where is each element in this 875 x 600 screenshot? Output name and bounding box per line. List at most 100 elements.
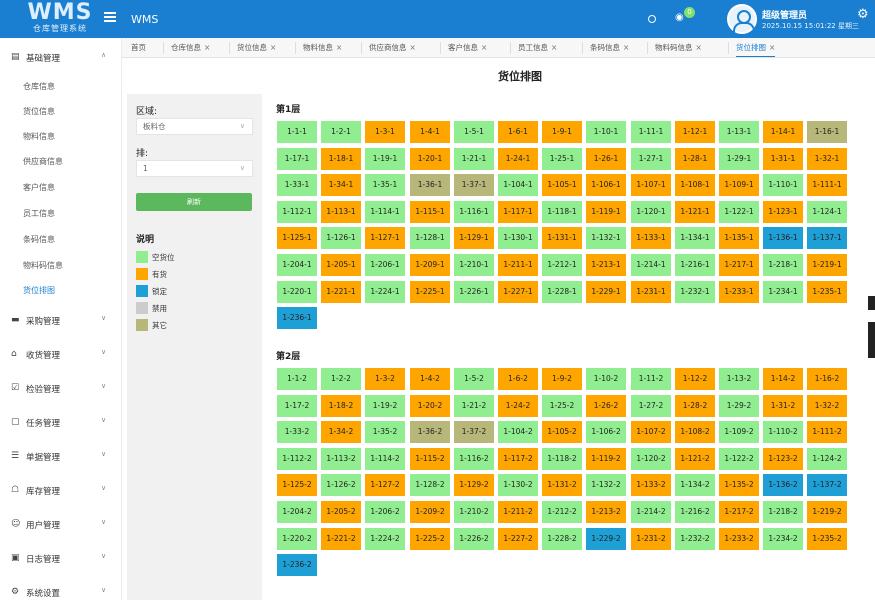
close-icon[interactable]: × bbox=[481, 43, 487, 52]
location-cell[interactable]: 1-229-2 bbox=[586, 528, 626, 550]
location-cell[interactable]: 1-233-1 bbox=[719, 281, 759, 303]
location-cell[interactable]: 1-235-1 bbox=[807, 281, 847, 303]
location-cell[interactable]: 1-19-2 bbox=[365, 395, 405, 417]
location-cell[interactable]: 1-236-2 bbox=[277, 554, 317, 576]
location-cell[interactable]: 1-113-1 bbox=[321, 201, 361, 223]
location-cell[interactable]: 1-129-1 bbox=[454, 227, 494, 249]
location-cell[interactable]: 1-131-1 bbox=[542, 227, 582, 249]
location-cell[interactable]: 1-220-2 bbox=[277, 528, 317, 550]
location-cell[interactable]: 1-14-1 bbox=[763, 121, 803, 143]
location-cell[interactable]: 1-135-2 bbox=[719, 474, 759, 496]
location-cell[interactable]: 1-234-1 bbox=[763, 281, 803, 303]
location-cell[interactable]: 1-232-1 bbox=[675, 281, 715, 303]
location-cell[interactable]: 1-35-2 bbox=[365, 421, 405, 443]
location-cell[interactable]: 1-27-1 bbox=[631, 148, 671, 170]
location-cell[interactable]: 1-29-2 bbox=[719, 395, 759, 417]
location-cell[interactable]: 1-226-2 bbox=[454, 528, 494, 550]
location-cell[interactable]: 1-221-2 bbox=[321, 528, 361, 550]
location-cell[interactable]: 1-228-2 bbox=[542, 528, 582, 550]
location-cell[interactable]: 1-117-2 bbox=[498, 448, 538, 470]
tab[interactable]: 物料码信息 × bbox=[655, 41, 702, 57]
location-cell[interactable]: 1-110-1 bbox=[763, 174, 803, 196]
tab[interactable]: 供应商信息 × bbox=[369, 41, 416, 57]
location-cell[interactable]: 1-119-2 bbox=[586, 448, 626, 470]
location-cell[interactable]: 1-135-1 bbox=[719, 227, 759, 249]
location-cell[interactable]: 1-37-1 bbox=[454, 174, 494, 196]
location-cell[interactable]: 1-227-1 bbox=[498, 281, 538, 303]
location-cell[interactable]: 1-10-1 bbox=[586, 121, 626, 143]
location-cell[interactable]: 1-35-1 bbox=[365, 174, 405, 196]
location-cell[interactable]: 1-224-2 bbox=[365, 528, 405, 550]
close-icon[interactable]: × bbox=[204, 43, 210, 52]
refresh-button[interactable]: 刷新 bbox=[136, 193, 252, 211]
location-cell[interactable]: 1-216-2 bbox=[675, 501, 715, 523]
location-cell[interactable]: 1-31-1 bbox=[763, 148, 803, 170]
fullscreen-icon[interactable] bbox=[648, 15, 656, 23]
location-cell[interactable]: 1-225-2 bbox=[410, 528, 450, 550]
location-cell[interactable]: 1-21-1 bbox=[454, 148, 494, 170]
location-cell[interactable]: 1-231-2 bbox=[631, 528, 671, 550]
location-cell[interactable]: 1-224-1 bbox=[365, 281, 405, 303]
location-cell[interactable]: 1-214-2 bbox=[631, 501, 671, 523]
close-icon[interactable]: × bbox=[769, 43, 775, 52]
location-cell[interactable]: 1-116-1 bbox=[454, 201, 494, 223]
location-cell[interactable]: 1-105-1 bbox=[542, 174, 582, 196]
location-cell[interactable]: 1-2-2 bbox=[321, 368, 361, 390]
location-cell[interactable]: 1-220-1 bbox=[277, 281, 317, 303]
tab[interactable]: 客户信息 × bbox=[448, 41, 487, 57]
location-cell[interactable]: 1-12-1 bbox=[675, 121, 715, 143]
tab[interactable]: 物料信息 × bbox=[303, 41, 342, 57]
sidebar-group[interactable]: ☖ 库存管理 ∨ bbox=[0, 479, 122, 501]
location-cell[interactable]: 1-122-1 bbox=[719, 201, 759, 223]
location-cell[interactable]: 1-210-1 bbox=[454, 254, 494, 276]
sidebar-item[interactable]: 物料信息 bbox=[23, 131, 55, 142]
location-cell[interactable]: 1-32-1 bbox=[807, 148, 847, 170]
location-cell[interactable]: 1-137-2 bbox=[807, 474, 847, 496]
location-cell[interactable]: 1-213-1 bbox=[586, 254, 626, 276]
location-cell[interactable]: 1-20-1 bbox=[410, 148, 450, 170]
location-cell[interactable]: 1-108-2 bbox=[675, 421, 715, 443]
location-cell[interactable]: 1-128-2 bbox=[410, 474, 450, 496]
location-cell[interactable]: 1-14-2 bbox=[763, 368, 803, 390]
location-cell[interactable]: 1-9-1 bbox=[542, 121, 582, 143]
location-cell[interactable]: 1-27-2 bbox=[631, 395, 671, 417]
location-cell[interactable]: 1-225-1 bbox=[410, 281, 450, 303]
location-cell[interactable]: 1-3-2 bbox=[365, 368, 405, 390]
menu-toggle-icon[interactable] bbox=[104, 12, 116, 24]
location-cell[interactable]: 1-210-2 bbox=[454, 501, 494, 523]
location-cell[interactable]: 1-11-2 bbox=[631, 368, 671, 390]
location-cell[interactable]: 1-123-2 bbox=[763, 448, 803, 470]
location-cell[interactable]: 1-36-2 bbox=[410, 421, 450, 443]
location-cell[interactable]: 1-110-2 bbox=[763, 421, 803, 443]
location-cell[interactable]: 1-121-2 bbox=[675, 448, 715, 470]
location-cell[interactable]: 1-17-1 bbox=[277, 148, 317, 170]
location-cell[interactable]: 1-104-2 bbox=[498, 421, 538, 443]
location-cell[interactable]: 1-212-1 bbox=[542, 254, 582, 276]
location-cell[interactable]: 1-114-1 bbox=[365, 201, 405, 223]
location-cell[interactable]: 1-205-1 bbox=[321, 254, 361, 276]
location-cell[interactable]: 1-118-1 bbox=[542, 201, 582, 223]
tab[interactable]: 货位排图 × bbox=[736, 41, 776, 57]
location-cell[interactable]: 1-127-2 bbox=[365, 474, 405, 496]
location-cell[interactable]: 1-37-2 bbox=[454, 421, 494, 443]
location-cell[interactable]: 1-118-2 bbox=[542, 448, 582, 470]
user-name[interactable]: 超级管理员 bbox=[762, 8, 807, 21]
location-cell[interactable]: 1-119-1 bbox=[586, 201, 626, 223]
location-cell[interactable]: 1-2-1 bbox=[321, 121, 361, 143]
location-cell[interactable]: 1-26-2 bbox=[586, 395, 626, 417]
location-cell[interactable]: 1-136-1 bbox=[763, 227, 803, 249]
location-cell[interactable]: 1-109-1 bbox=[719, 174, 759, 196]
location-cell[interactable]: 1-21-2 bbox=[454, 395, 494, 417]
sidebar-group[interactable]: ▣ 日志管理 ∨ bbox=[0, 547, 122, 569]
location-cell[interactable]: 1-218-1 bbox=[763, 254, 803, 276]
tab[interactable]: 仓库信息 × bbox=[171, 41, 210, 57]
location-cell[interactable]: 1-212-2 bbox=[542, 501, 582, 523]
sidebar-item[interactable]: 员工信息 bbox=[23, 208, 55, 219]
location-cell[interactable]: 1-10-2 bbox=[586, 368, 626, 390]
location-cell[interactable]: 1-216-1 bbox=[675, 254, 715, 276]
sidebar-group[interactable]: ▬ 采购管理 ∨ bbox=[0, 309, 122, 331]
location-cell[interactable]: 1-206-1 bbox=[365, 254, 405, 276]
location-cell[interactable]: 1-204-1 bbox=[277, 254, 317, 276]
location-cell[interactable]: 1-6-1 bbox=[498, 121, 538, 143]
tab[interactable]: 货位信息 × bbox=[237, 41, 276, 57]
